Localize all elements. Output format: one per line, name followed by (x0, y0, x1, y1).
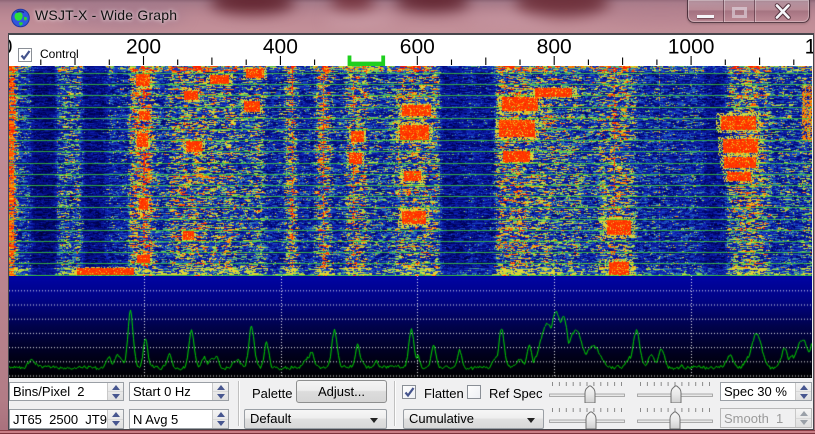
svg-text:600: 600 (400, 36, 435, 59)
svg-text:1200: 1200 (805, 36, 813, 59)
svg-text:800: 800 (537, 36, 572, 59)
svg-text:0: 0 (9, 36, 12, 59)
svg-text:400: 400 (263, 36, 298, 59)
svg-text:200: 200 (126, 36, 161, 59)
svg-text:1000: 1000 (668, 36, 715, 59)
